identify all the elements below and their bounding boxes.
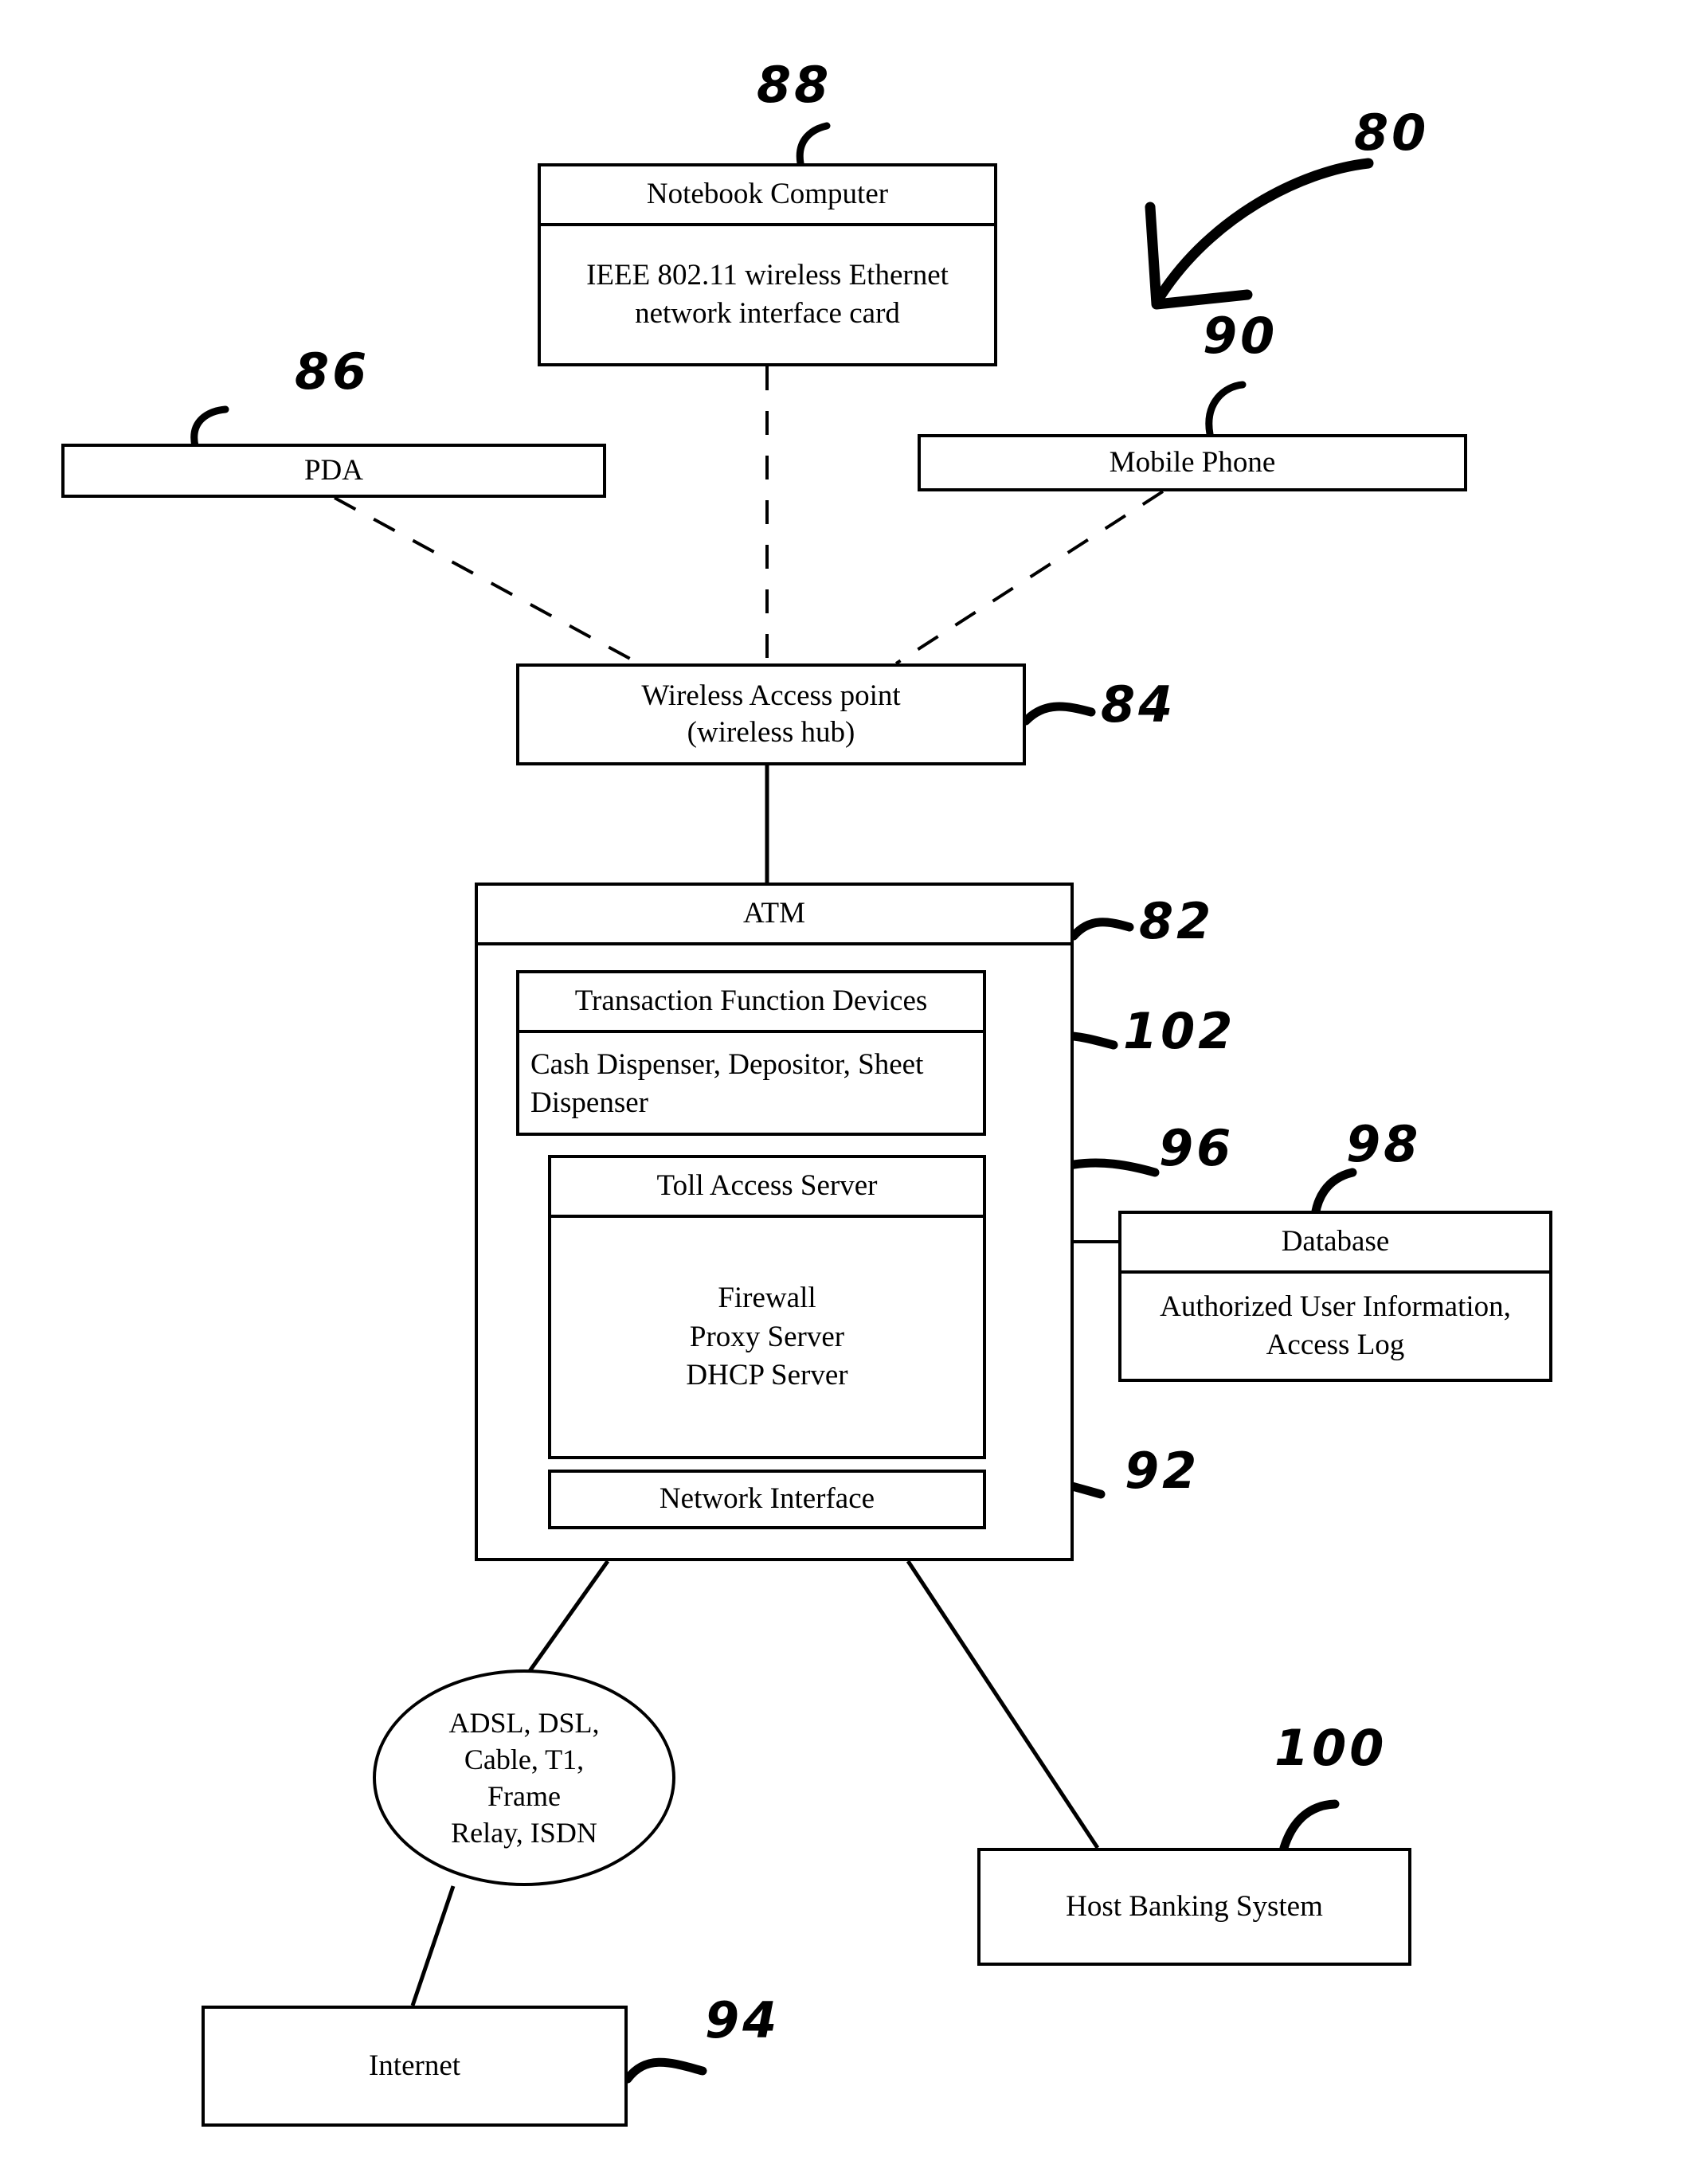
node-host-banking-system[interactable]: Host Banking System [977,1848,1411,1966]
ref-80: 80 [1354,104,1430,162]
ref-92: 92 [1125,1442,1200,1500]
node-mobile-phone[interactable]: Mobile Phone [918,434,1467,491]
leader-90 [1205,381,1247,438]
node-pda[interactable]: PDA [61,444,606,498]
ref-88: 88 [757,56,832,114]
network-interface-label: Network Interface [659,1482,875,1516]
ref-94: 94 [705,1991,781,2049]
node-toll-access-server[interactable]: Toll Access Server Firewall Proxy Server… [548,1155,986,1459]
node-wireless-access-point[interactable]: Wireless Access point (wireless hub) [516,663,1026,765]
ref-82: 82 [1139,892,1215,950]
patent-figure: Notebook Computer IEEE 802.11 wireless E… [0,0,1687,2184]
node-internet[interactable]: Internet [202,2006,628,2127]
ref-86: 86 [295,342,370,401]
node-network-interface[interactable]: Network Interface [548,1470,986,1529]
node-wan-connection-types[interactable]: ADSL, DSL, Cable, T1, Frame Relay, ISDN [373,1669,675,1886]
ref-96: 96 [1159,1119,1235,1177]
transaction-function-devices-body: Cash Dispenser, Depositor, Sheet Dispens… [530,1048,924,1120]
leader-94 [623,2057,707,2084]
link-wan-to-internet [410,1885,456,2006]
ref-98: 98 [1346,1115,1422,1173]
node-database[interactable]: Database Authorized User Information, Ac… [1118,1211,1552,1382]
link-atm-to-wan [523,1560,610,1678]
database-body: Authorized User Information, Access Log [1160,1290,1511,1362]
node-notebook-computer[interactable]: Notebook Computer IEEE 802.11 wireless E… [538,163,997,366]
leader-88 [796,122,831,167]
atm-header: ATM [478,886,1071,946]
wan-connection-types-label: ADSL, DSL, Cable, T1, Frame Relay, ISDN [448,1706,600,1849]
ref-84: 84 [1101,675,1176,734]
leader-82 [1069,918,1134,941]
mobile-phone-label: Mobile Phone [1109,445,1276,479]
system-arrow-80-head [1145,202,1253,310]
leader-100-stroke [1279,1799,1340,1853]
internet-label: Internet [368,2049,461,2082]
system-arrow-80 [1156,158,1374,300]
pda-label: PDA [303,453,364,487]
ref-90: 90 [1203,307,1278,365]
host-banking-system-label: Host Banking System [1066,1889,1323,1923]
wireless-access-point-label: Wireless Access point (wireless hub) [641,679,901,749]
transaction-function-devices-header: Transaction Function Devices [519,973,983,1034]
link-atm-to-host [906,1560,1100,1849]
ref-100: 100 [1274,1719,1388,1777]
notebook-computer-header: Notebook Computer [541,166,994,227]
toll-access-server-body: Firewall Proxy Server DHCP Server [686,1282,848,1391]
notebook-computer-body: IEEE 802.11 wireless Ethernet network in… [586,258,949,331]
toll-access-server-header: Toll Access Server [551,1158,983,1219]
ref-102: 102 [1123,1002,1236,1060]
database-header: Database [1121,1214,1549,1274]
node-transaction-function-devices[interactable]: Transaction Function Devices Cash Dispen… [516,970,986,1136]
link-pda-to-ap [334,496,640,665]
link-mobile-to-ap [894,490,1164,665]
leader-86 [190,405,229,450]
leader-84 [1021,702,1096,726]
